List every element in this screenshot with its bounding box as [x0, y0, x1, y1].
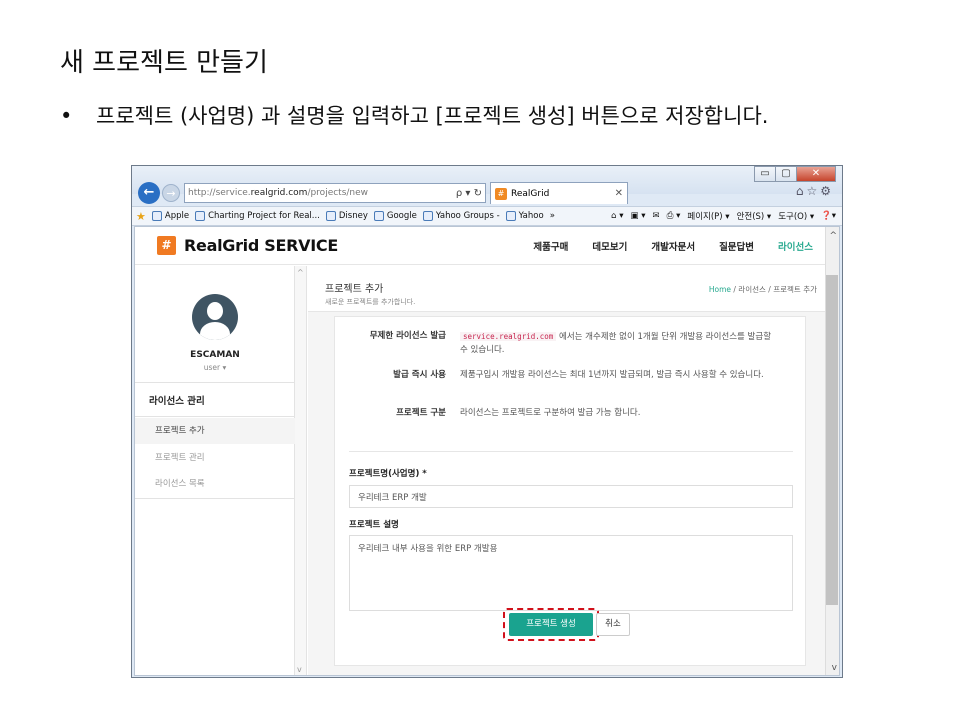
favorites-more-icon[interactable]: » [550, 211, 555, 221]
sidebar-scrollbar[interactable]: ^ v [295, 266, 307, 675]
project-desc-label: 프로젝트 설명 [349, 520, 399, 530]
safety-menu[interactable]: 안전(S) ▾ [737, 210, 772, 222]
card-divider [349, 451, 793, 452]
forward-arrow-icon[interactable]: → [162, 184, 180, 202]
bullet-marker: • [60, 104, 73, 128]
scroll-up-icon[interactable]: ^ [829, 231, 837, 241]
favorite-item[interactable]: Yahoo Groups - [422, 211, 500, 221]
browser-navrow: ← → http://service.realgrid.com/projects… [132, 180, 842, 206]
info-value: service.realgrid.com 에서는 개수제한 없이 1개월 단위 … [460, 332, 772, 355]
user-role-dropdown[interactable]: user ▾ [135, 363, 295, 372]
site-logo[interactable]: # RealGrid SERVICE [157, 236, 338, 255]
slide-title: 새 프로젝트 만들기 [60, 48, 268, 78]
page-subtitle: 새로운 프로젝트를 추가합니다. [325, 298, 416, 306]
logo-mark-icon: # [157, 236, 176, 255]
info-label: 프로젝트 구분 [396, 408, 446, 418]
scroll-down-icon[interactable]: v [297, 665, 302, 674]
site-header: # RealGrid SERVICE 제품구매 데모보기 개발자문서 질문답변 … [135, 227, 839, 265]
print-command[interactable]: ⎙ ▾ [667, 211, 681, 221]
page-icon [505, 211, 516, 221]
sidebar: ESCAMAN user ▾ 라이선스 관리 프로젝트 추가 프로젝트 관리 라… [135, 266, 295, 675]
sidebar-item-project-add[interactable]: 프로젝트 추가 [135, 418, 295, 444]
site-nav: 제품구매 데모보기 개발자문서 질문답변 라이선스 [509, 239, 813, 253]
page-icon [373, 211, 384, 221]
scroll-down-icon[interactable]: v [832, 663, 837, 673]
slide: 새 프로젝트 만들기 • 프로젝트 (사업명) 과 설명을 입력하고 [프로젝트… [0, 0, 960, 720]
page-icon [325, 211, 336, 221]
home-command[interactable]: ⌂ ▾ [611, 211, 623, 221]
browser-home-star-gear-icons[interactable]: ⌂☆⚙ [796, 184, 834, 198]
page-title: 프로젝트 추가 [325, 284, 384, 295]
realgrid-favicon-icon: # [495, 187, 507, 200]
page-scrollbar[interactable]: ^ v [825, 227, 839, 675]
page-icon [151, 211, 162, 221]
create-project-button[interactable]: 프로젝트 생성 [509, 613, 593, 636]
info-label: 무제한 라이선스 발급 [369, 331, 446, 341]
username: ESCAMAN [190, 350, 240, 360]
nav-demo[interactable]: 데모보기 [592, 239, 627, 253]
nav-purchase[interactable]: 제품구매 [533, 239, 568, 253]
project-desc-textarea[interactable]: 우리테크 내부 사용을 위한 ERP 개발용 [349, 535, 793, 611]
avatar[interactable] [192, 294, 238, 340]
breadcrumb-home[interactable]: Home [709, 285, 731, 294]
info-value: 제품구입시 개발용 라이선스는 최대 1년까지 발급되며, 발급 즉시 사용할 … [460, 370, 764, 380]
mail-command[interactable]: ✉ [652, 211, 659, 221]
sidebar-divider [135, 498, 295, 499]
tab-close-icon[interactable]: ✕ [615, 188, 623, 199]
tools-menu[interactable]: 도구(O) ▾ [778, 210, 814, 222]
project-form-card: 무제한 라이선스 발급 service.realgrid.com 에서는 개수제… [334, 316, 806, 666]
info-row: 발급 즉시 사용 제품구입시 개발용 라이선스는 최대 1년까지 발급되며, 발… [335, 369, 807, 382]
logo-text: RealGrid SERVICE [184, 236, 338, 255]
page-icon [195, 211, 206, 221]
favorite-item[interactable]: Disney [325, 211, 368, 221]
page-viewport: # RealGrid SERVICE 제품구매 데모보기 개발자문서 질문답변 … [134, 226, 840, 676]
address-tools-icon[interactable]: ρ ▾ ↻ [456, 188, 482, 199]
info-row: 무제한 라이선스 발급 service.realgrid.com 에서는 개수제… [335, 330, 807, 357]
sidebar-section-title: 라이선스 관리 [149, 396, 205, 407]
browser-tab[interactable]: # RealGrid ✕ [490, 182, 628, 204]
favorites-star-icon[interactable]: ★ [136, 210, 146, 223]
scroll-up-icon[interactable]: ^ [297, 268, 304, 277]
nav-qna[interactable]: 질문답변 [719, 239, 754, 253]
address-url: http://service.realgrid.com/projects/new [188, 188, 369, 198]
tab-title: RealGrid [511, 188, 550, 199]
favorites-bar: ★ Apple Charting Project for Real... Dis… [132, 206, 842, 226]
cancel-button[interactable]: 취소 [596, 613, 630, 636]
content-header: 프로젝트 추가 새로운 프로젝트를 추가합니다. Home / 라이선스 / 프… [308, 266, 827, 312]
slide-bullet: • 프로젝트 (사업명) 과 설명을 입력하고 [프로젝트 생성] 버튼으로 저… [60, 102, 910, 130]
avatar-head [207, 302, 223, 320]
sidebar-item-license-list[interactable]: 라이선스 목록 [135, 471, 295, 497]
favorite-item[interactable]: Yahoo [505, 211, 544, 221]
info-label: 발급 즉시 사용 [393, 370, 446, 380]
info-value: 라이선스는 프로젝트로 구분하여 발급 가능 합니다. [460, 408, 641, 418]
scrollbar-thumb[interactable] [826, 275, 838, 605]
breadcrumb: Home / 라이선스 / 프로젝트 추가 [709, 284, 817, 295]
project-name-label: 프로젝트명(사업명) * [349, 469, 427, 479]
page-menu[interactable]: 페이지(P) ▾ [687, 210, 729, 222]
info-row: 프로젝트 구분 라이선스는 프로젝트로 구분하여 발급 가능 합니다. [335, 407, 807, 420]
browser-window: ▭ ▢ ✕ ← → http://service.realgrid.com/pr… [131, 165, 843, 678]
bullet-text: 프로젝트 (사업명) 과 설명을 입력하고 [프로젝트 생성] 버튼으로 저장합… [96, 104, 769, 128]
sidebar-divider [135, 416, 295, 417]
sidebar-divider [135, 382, 295, 383]
nav-docs[interactable]: 개발자문서 [651, 239, 695, 253]
address-bar[interactable]: http://service.realgrid.com/projects/new… [184, 183, 486, 203]
help-menu[interactable]: ❓▾ [821, 211, 836, 221]
page-icon [422, 211, 433, 221]
back-arrow-icon[interactable]: ← [138, 182, 160, 204]
main-content: 프로젝트 추가 새로운 프로젝트를 추가합니다. Home / 라이선스 / 프… [308, 266, 827, 675]
avatar-body [200, 322, 230, 340]
breadcrumb-rest: / 라이선스 / 프로젝트 추가 [731, 285, 817, 294]
feeds-command[interactable]: ▣ ▾ [630, 211, 645, 221]
project-name-input[interactable]: 우리테크 ERP 개발 [349, 485, 793, 508]
favorite-item[interactable]: Charting Project for Real... [195, 211, 320, 221]
favorite-item[interactable]: Apple [151, 211, 189, 221]
command-bar: ⌂ ▾ ▣ ▾ ✉ ⎙ ▾ 페이지(P) ▾ 안전(S) ▾ 도구(O) ▾ ❓… [604, 210, 836, 222]
sidebar-item-project-manage[interactable]: 프로젝트 관리 [135, 445, 295, 471]
favorite-item[interactable]: Google [373, 211, 417, 221]
nav-license[interactable]: 라이선스 [778, 239, 813, 253]
